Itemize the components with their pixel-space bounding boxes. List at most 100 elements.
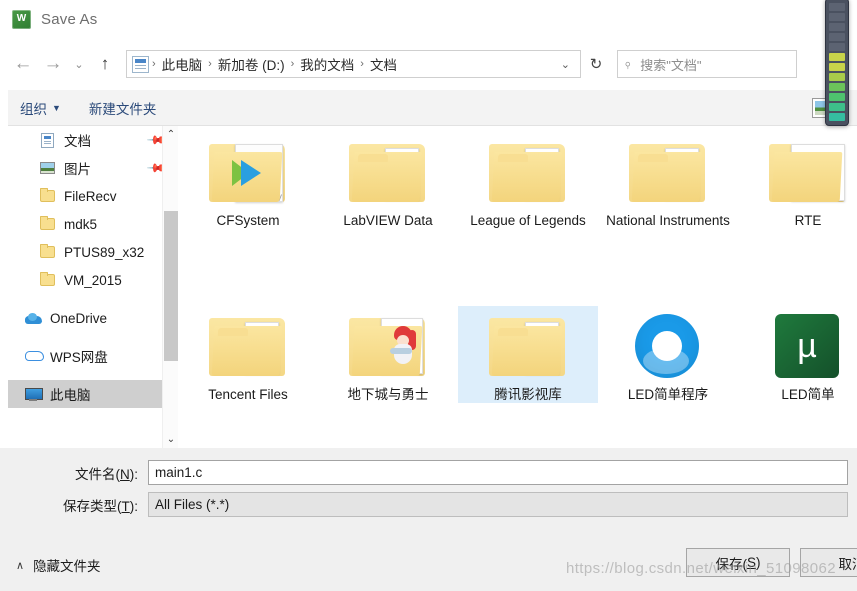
folder-icon — [345, 138, 431, 206]
sidebar-scrollbar[interactable]: ⌃ ⌄ — [162, 126, 178, 448]
chevron-down-icon[interactable]: ⌄ — [163, 431, 178, 448]
green-app-icon: µ — [767, 312, 849, 380]
forward-button[interactable]: → — [38, 49, 68, 79]
address-bar[interactable]: › 此电脑 › 新加卷 (D:) › 我的文档 › 文档 ⌄ — [126, 50, 581, 78]
back-button[interactable]: ← — [8, 49, 38, 79]
file-item-led-program[interactable]: LED简单程序 — [598, 306, 738, 403]
file-item-dnf[interactable]: 地下城与勇士 — [318, 306, 458, 403]
window-left-edge — [0, 38, 8, 448]
hide-folders-toggle[interactable]: ∧ 隐藏文件夹 — [16, 555, 101, 575]
file-item-led-program-2[interactable]: µ LED简单 — [738, 306, 857, 403]
sidebar-item-label: 图片 — [64, 162, 91, 177]
folder-icon — [38, 272, 56, 286]
search-placeholder: 搜索"文档" — [640, 57, 702, 73]
sidebar-item-documents[interactable]: 文档 📌 — [0, 126, 178, 154]
breadcrumb-item-0[interactable]: 此电脑 — [157, 52, 208, 76]
file-item-cfsystem[interactable]: VCD CFSystem — [178, 132, 318, 229]
file-item-tencent-files[interactable]: Tencent Files — [178, 306, 318, 403]
organize-button[interactable]: 组织 ▼ — [12, 94, 69, 122]
file-item-label: LabVIEW Data — [343, 213, 433, 228]
search-input[interactable]: ⌕ 搜索"文档" — [617, 50, 797, 78]
folder-vcd-icon: VCD — [205, 138, 291, 206]
sidebar-item-this-pc[interactable]: 此电脑 — [0, 380, 178, 408]
save-button[interactable]: 保存(S) — [686, 548, 790, 577]
recent-locations-button[interactable]: ⌄ — [68, 49, 90, 79]
sidebar-item-onedrive[interactable]: OneDrive — [0, 304, 178, 332]
filename-row: 文件名(N): main1.c — [0, 460, 848, 485]
navigation-bar: ← → ⌄ ↑ › 此电脑 › 新加卷 (D:) › 我的文档 › 文档 ⌄ ↻… — [0, 38, 857, 90]
led-strip-graphic — [825, 0, 849, 126]
folder-blank-icon — [765, 138, 851, 206]
folder-icon — [205, 312, 291, 380]
file-item-label: 地下城与勇士 — [347, 387, 429, 402]
breadcrumb: › 此电脑 › 新加卷 (D:) › 我的文档 › 文档 — [151, 52, 553, 76]
folder-icon — [625, 138, 711, 206]
toolbar: 组织 ▼ 新建文件夹 ▼ — [0, 90, 857, 126]
file-item-tencent-video[interactable]: 腾讯影视库 — [458, 306, 598, 403]
sidebar-item-mdk5[interactable]: mdk5 — [0, 210, 178, 238]
title-bar: W Save As — [0, 0, 857, 38]
file-item-label: CFSystem — [216, 213, 280, 228]
search-icon: ⌕ — [619, 55, 636, 72]
sidebar-item-ptus89[interactable]: PTUS89_x32 — [0, 238, 178, 266]
folder-icon — [38, 244, 56, 258]
sidebar-item-label: OneDrive — [50, 310, 108, 326]
file-item-label: 腾讯影视库 — [494, 387, 562, 402]
filetype-label: 保存类型(T): — [63, 498, 138, 514]
file-item-national-instruments[interactable]: National Instruments — [598, 132, 738, 229]
wps-cloud-icon — [24, 350, 44, 362]
chevron-down-icon[interactable]: ⌄ — [553, 58, 578, 71]
file-list[interactable]: VCD CFSystem LabVIEW Data — [178, 126, 857, 448]
document-icon — [38, 132, 56, 148]
file-row: VCD CFSystem LabVIEW Data — [178, 132, 857, 229]
sidebar-item-label: PTUS89_x32 — [64, 244, 145, 260]
content-area: 文档 📌 图片 📌 FileRecv mdk5 PTUS89_x32 VM_20… — [0, 126, 857, 448]
circle-logo-icon — [627, 312, 709, 380]
sidebar-item-wps-cloud[interactable]: WPS网盘 — [0, 342, 178, 370]
cancel-button[interactable]: 取消 — [800, 548, 857, 577]
cancel-label: 取消 — [838, 556, 857, 572]
breadcrumb-item-2[interactable]: 我的文档 — [295, 52, 359, 76]
filename-label: 文件名(N): — [75, 466, 138, 482]
save-as-dialog: W Save As ← → ⌄ ↑ › 此电脑 › 新加卷 (D:) › 我的文… — [0, 0, 857, 591]
onedrive-icon — [24, 312, 42, 324]
sidebar-item-vm2015[interactable]: VM_2015 — [0, 266, 178, 294]
new-folder-label: 新建文件夹 — [88, 101, 157, 117]
navigation-pane: 文档 📌 图片 📌 FileRecv mdk5 PTUS89_x32 VM_20… — [0, 126, 178, 448]
folder-icon — [485, 138, 571, 206]
document-icon — [132, 55, 149, 73]
sidebar-item-label: VM_2015 — [64, 272, 122, 288]
sidebar-item-label: WPS网盘 — [50, 350, 108, 365]
this-pc-icon — [24, 387, 43, 401]
file-item-label: LED简单程序 — [627, 387, 709, 402]
file-item-labview-data[interactable]: LabVIEW Data — [318, 132, 458, 229]
filetype-value: All Files (*.*) — [155, 497, 230, 512]
file-item-label: League of Legends — [470, 213, 586, 228]
wps-icon: W — [12, 9, 31, 29]
up-button[interactable]: ↑ — [90, 49, 120, 79]
sidebar-item-label: mdk5 — [64, 216, 98, 232]
new-folder-button[interactable]: 新建文件夹 — [81, 94, 165, 122]
save-form: 文件名(N): main1.c 保存类型(T): All Files (*.*) — [0, 448, 857, 543]
sidebar-item-pictures[interactable]: 图片 📌 — [0, 154, 178, 182]
chevron-down-icon: ▼ — [52, 102, 61, 113]
chevron-up-icon[interactable]: ⌃ — [163, 126, 178, 143]
file-item-league-of-legends[interactable]: League of Legends — [458, 132, 598, 229]
breadcrumb-item-3[interactable]: 文档 — [365, 52, 402, 76]
scrollbar-thumb[interactable] — [164, 211, 178, 361]
file-item-label: LED简单 — [781, 387, 835, 402]
hide-folders-label: 隐藏文件夹 — [33, 559, 101, 574]
window-title: Save As — [41, 10, 98, 28]
file-item-label: National Instruments — [606, 213, 730, 228]
filename-input[interactable]: main1.c — [148, 460, 848, 485]
file-item-rte[interactable]: RTE — [738, 132, 857, 229]
filetype-select[interactable]: All Files (*.*) — [148, 492, 848, 517]
chevron-up-icon: ∧ — [16, 559, 25, 572]
file-item-label: RTE — [794, 213, 822, 228]
sidebar-item-label: FileRecv — [64, 188, 117, 204]
refresh-button[interactable]: ↻ — [581, 51, 611, 77]
folder-icon — [38, 188, 56, 202]
filetype-row: 保存类型(T): All Files (*.*) — [0, 492, 848, 517]
sidebar-item-filerecv[interactable]: FileRecv — [0, 182, 178, 210]
breadcrumb-item-1[interactable]: 新加卷 (D:) — [213, 52, 290, 76]
